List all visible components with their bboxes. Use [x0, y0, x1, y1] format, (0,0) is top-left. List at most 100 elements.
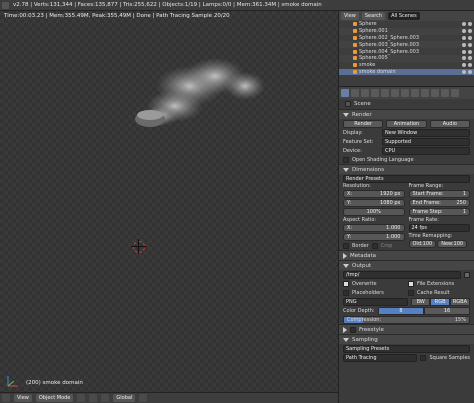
outliner-item[interactable]: Sphere.004_Sphere.003 — [339, 48, 474, 55]
audio-button[interactable]: Audio — [429, 119, 470, 128]
animation-button[interactable]: Animation — [386, 119, 427, 128]
pivot-icon[interactable] — [89, 394, 98, 402]
depth-8-button[interactable]: 8 — [378, 306, 424, 315]
material-icon[interactable] — [421, 89, 429, 97]
outliner-item[interactable]: Sphere.001 — [339, 27, 474, 35]
world-icon[interactable] — [371, 89, 379, 97]
view-menu[interactable]: View — [14, 394, 32, 402]
mode-label: Object Mode — [38, 395, 71, 401]
outliner-item[interactable]: Sphere.002_Sphere.003 — [339, 35, 474, 42]
outliner-item[interactable]: smoke — [339, 62, 474, 69]
fps-select[interactable]: 24 fps — [408, 224, 470, 232]
integrator-select[interactable]: Path Tracing — [343, 353, 418, 362]
particles-icon[interactable] — [441, 89, 449, 97]
start-frame-field[interactable]: Start Frame: 1 — [408, 190, 470, 198]
shading-icon[interactable] — [77, 394, 86, 402]
freestyle-panel-header[interactable]: Freestyle — [339, 324, 474, 334]
border-checkbox[interactable] — [343, 243, 349, 249]
object-icon — [353, 69, 357, 74]
outliner-view-tab[interactable]: View — [341, 12, 359, 20]
sampling-presets-select[interactable]: Sampling Presets — [343, 344, 470, 353]
scene-icon[interactable] — [361, 89, 369, 97]
overwrite-checkbox[interactable] — [343, 280, 349, 287]
color-mode-toggle: BW RGB RGBA — [411, 297, 471, 306]
resolution-x-field[interactable]: X: 1920 px — [343, 190, 405, 198]
display-select[interactable]: New Window — [382, 128, 470, 137]
output-path-field[interactable]: /tmp/ — [343, 270, 461, 279]
border-label: Border — [352, 243, 369, 249]
new-field[interactable]: New:100 — [437, 240, 468, 248]
object-icon[interactable] — [381, 89, 389, 97]
visibility-icons[interactable] — [462, 29, 472, 34]
outliner-item-label: smoke — [359, 62, 376, 69]
object-icon — [353, 56, 357, 61]
metadata-panel-header[interactable]: Metadata — [339, 250, 474, 260]
orientation-select[interactable]: Global — [113, 394, 136, 402]
outliner-item[interactable]: Sphere — [339, 21, 474, 28]
render-presets-select[interactable]: Render Presets — [343, 174, 470, 183]
folder-icon[interactable] — [464, 271, 470, 278]
visibility-icons[interactable] — [462, 22, 472, 27]
rgba-button[interactable]: RGBA — [449, 297, 471, 306]
osl-checkbox[interactable] — [343, 156, 349, 163]
axis-gizmo-icon — [7, 376, 18, 387]
square-samples-label: Square Samples — [429, 354, 470, 361]
visibility-icons[interactable] — [462, 63, 472, 68]
visibility-icons[interactable] — [462, 42, 472, 47]
device-select[interactable]: CPU — [382, 146, 470, 155]
outliner-item[interactable]: Sphere.005 — [339, 54, 474, 62]
render-layers-icon[interactable] — [351, 89, 359, 97]
file-extensions-checkbox[interactable] — [408, 280, 414, 287]
panel-title: Dimensions — [352, 166, 385, 173]
feature-set-select[interactable]: Supported — [382, 137, 470, 146]
visibility-icons[interactable] — [462, 69, 472, 74]
depth-16-button[interactable]: 16 — [424, 306, 470, 315]
resolution-y-field[interactable]: Y: 1080 px — [343, 199, 405, 207]
visibility-icons[interactable] — [462, 49, 472, 54]
rgb-button[interactable]: RGB — [430, 297, 450, 306]
3d-viewport[interactable]: Time:00:03.23 | Mem:355.49M, Peak:355.49… — [0, 11, 338, 392]
cache-result-checkbox[interactable] — [408, 289, 414, 296]
dimensions-panel-header[interactable]: Dimensions — [339, 164, 474, 174]
bw-button[interactable]: BW — [411, 297, 431, 306]
old-field[interactable]: Old:100 — [408, 240, 437, 248]
sampling-panel-header[interactable]: Sampling — [339, 334, 474, 344]
frame-step-field[interactable]: Frame Step: 1 — [408, 208, 470, 216]
outliner-item-selected[interactable]: smoke domain — [339, 68, 474, 76]
feature-set-label: Feature Set: — [343, 138, 374, 145]
crop-checkbox[interactable] — [371, 243, 378, 249]
constraints-icon[interactable] — [391, 89, 399, 97]
manipulator-icon[interactable] — [101, 394, 110, 402]
expand-icon — [343, 112, 349, 117]
modifiers-icon[interactable] — [401, 89, 409, 97]
mode-select[interactable]: Object Mode — [35, 394, 74, 402]
aspect-y-field[interactable]: Y: 1.000 — [343, 233, 405, 241]
3d-cursor-icon[interactable] — [131, 239, 146, 254]
render-button[interactable]: Render — [343, 119, 384, 128]
square-samples-checkbox[interactable] — [420, 354, 427, 361]
visibility-icons[interactable] — [462, 56, 472, 61]
object-icon — [353, 63, 357, 68]
aspect-label: Aspect Ratio: — [343, 217, 377, 223]
render-context-icon[interactable] — [341, 89, 349, 97]
info-editor-icon[interactable] — [2, 1, 9, 9]
compression-slider[interactable]: Compression: 15% — [343, 315, 470, 324]
layers-icon[interactable] — [139, 394, 148, 402]
outliner-item[interactable]: Sphere.003_Sphere.003 — [339, 41, 474, 49]
pin-icon[interactable] — [345, 101, 351, 107]
visibility-icons[interactable] — [462, 35, 472, 40]
aspect-x-field[interactable]: X: 1.000 — [343, 224, 405, 232]
end-frame-field[interactable]: End Frame: 250 — [408, 199, 470, 207]
outliner-search-tab[interactable]: Search — [361, 12, 386, 20]
output-panel-header[interactable]: Output — [339, 260, 474, 270]
data-icon[interactable] — [411, 89, 419, 97]
render-panel-header[interactable]: Render — [339, 109, 474, 119]
texture-icon[interactable] — [431, 89, 439, 97]
view-editor-icon[interactable] — [2, 394, 10, 402]
placeholders-checkbox[interactable] — [343, 289, 349, 296]
outliner-scenes-select[interactable]: All Scenes — [388, 12, 420, 20]
physics-icon[interactable] — [451, 89, 459, 97]
resolution-percent-field[interactable]: 100% — [343, 208, 405, 216]
file-format-select[interactable]: PNG — [343, 297, 408, 306]
freestyle-checkbox[interactable] — [350, 326, 356, 333]
